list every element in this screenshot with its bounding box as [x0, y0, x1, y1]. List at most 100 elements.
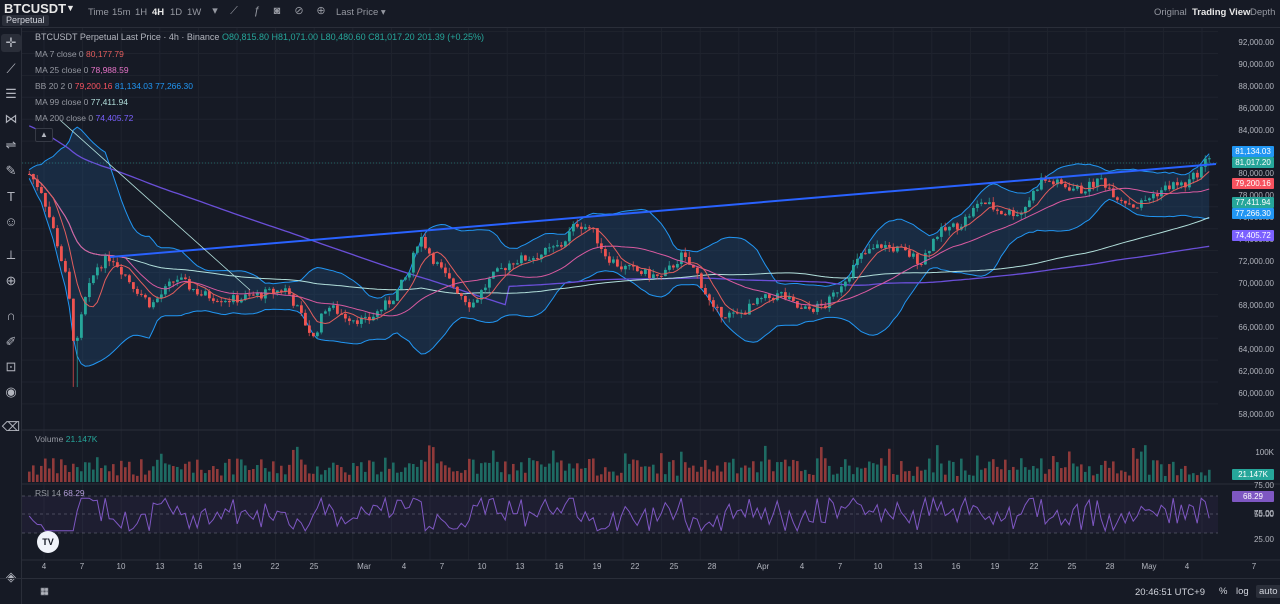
add-icon[interactable]: ⊕ — [315, 5, 327, 17]
volume-bar — [784, 459, 787, 482]
eye-icon[interactable]: ◉ — [1, 383, 21, 401]
collapse-legend-button[interactable]: ▲ — [35, 128, 53, 142]
percent-toggle[interactable]: % — [1219, 586, 1227, 597]
candle-body — [624, 265, 627, 270]
price-source-dropdown[interactable]: Last Price ▾ — [336, 7, 386, 18]
volume-legend[interactable]: Volume 21.147K — [35, 434, 97, 444]
volume-bar — [260, 459, 263, 482]
candle-body — [780, 292, 783, 294]
volume-bar — [272, 461, 275, 482]
pencil-lock-icon[interactable]: ✐ — [1, 333, 21, 351]
chart-type-icon[interactable]: ⟋ — [228, 5, 240, 17]
chevron-down-icon[interactable]: ▼ — [66, 3, 75, 13]
candle-body — [852, 264, 855, 278]
timeframe-time[interactable]: Time — [88, 7, 109, 18]
volume-bar — [1064, 467, 1067, 482]
legend-bb[interactable]: BB 20 2 0 79,200.16 81,134.03 77,266.30 — [35, 81, 193, 91]
emoji-icon[interactable]: ☺ — [1, 213, 21, 231]
candle-body — [1168, 185, 1171, 190]
timeframe-1w[interactable]: 1W — [187, 7, 201, 18]
tab-original[interactable]: Original — [1154, 7, 1187, 18]
timeframe-1h[interactable]: 1H — [135, 7, 147, 18]
candle-body — [556, 245, 559, 247]
volume-bar — [960, 458, 963, 482]
candle-body — [124, 274, 127, 276]
price-tag-bb-mid: 79,200.16 — [1232, 178, 1274, 189]
candle-body — [332, 305, 335, 308]
legend-ma200[interactable]: MA 200 close 0 74,405.72 — [35, 113, 133, 123]
candle-body — [812, 308, 815, 312]
auto-toggle[interactable]: auto — [1256, 585, 1280, 598]
date-label: 7 — [837, 562, 843, 571]
legend-ma99[interactable]: MA 99 close 0 77,411.94 — [35, 97, 128, 107]
zoom-icon[interactable]: ⊕ — [1, 272, 21, 290]
volume-bar — [632, 459, 635, 482]
candle-body — [672, 265, 675, 268]
candle-body — [296, 305, 299, 307]
lock-icon[interactable]: ⊡ — [1, 358, 21, 376]
volume-bar — [48, 468, 51, 482]
volume-bar — [116, 475, 119, 482]
volume-bar — [124, 467, 127, 482]
volume-bar — [636, 460, 639, 482]
horizontal-lines-icon[interactable]: ☰ — [1, 85, 21, 103]
calendar-icon[interactable]: ▦ — [40, 586, 49, 597]
legend-label: MA 200 close 0 — [35, 113, 94, 123]
crosshair-icon[interactable]: ✛ — [1, 34, 21, 52]
candle-body — [44, 192, 47, 207]
indicators-icon[interactable]: ƒ — [251, 5, 263, 17]
fib-icon[interactable]: ⇌ — [1, 136, 21, 154]
trendline-icon[interactable]: ⟋ — [1, 60, 21, 78]
volume-bar — [136, 475, 139, 482]
symbol-selector[interactable]: BTCUSDT — [4, 1, 66, 16]
tradingview-logo[interactable]: TV — [37, 531, 59, 553]
candle-body — [804, 306, 807, 309]
ohlc-low: L80,480.60 — [320, 32, 366, 42]
volume-bar — [872, 463, 875, 482]
pattern-icon[interactable]: ⋈ — [1, 110, 21, 128]
candle-body — [384, 300, 387, 310]
volume-bar — [392, 462, 395, 482]
rsi-legend[interactable]: RSI 14 68.29 — [35, 488, 85, 498]
chevron-down-icon[interactable]: ▾ — [209, 5, 221, 17]
date-axis[interactable]: 4 7 10 13 16 19 22 25 Mar 4 7 10 13 16 19 22 25 28 Apr 4 7 10… — [22, 562, 1256, 576]
tab-trading-view[interactable]: Trading View — [1192, 7, 1250, 18]
camera-icon[interactable]: ◙ — [271, 5, 283, 17]
volume-bar — [132, 474, 135, 482]
candle-body — [132, 282, 135, 289]
volume-bar — [704, 460, 707, 482]
volume-bar — [220, 475, 223, 482]
volume-bar — [1024, 467, 1027, 482]
volume-bar — [936, 445, 939, 482]
legend-ma25[interactable]: MA 25 close 0 78,988.59 — [35, 65, 129, 75]
volume-bar — [1140, 451, 1143, 482]
volume-bar — [924, 469, 927, 482]
volume-bar — [396, 472, 399, 482]
timeframe-1d[interactable]: 1D — [170, 7, 182, 18]
trash-icon[interactable]: ⌫ — [1, 418, 21, 436]
candle-body — [1100, 178, 1103, 180]
ruler-icon[interactable]: ⟂ — [1, 246, 21, 264]
timeframe-15m[interactable]: 15m — [112, 7, 130, 18]
candle-body — [1064, 183, 1067, 188]
candle-body — [464, 295, 467, 303]
candle-body — [216, 300, 219, 302]
brush-icon[interactable]: ✎ — [1, 162, 21, 180]
volume-bar — [884, 465, 887, 482]
candle-body — [444, 267, 447, 274]
magnet-icon[interactable]: ∩ — [1, 307, 21, 325]
alert-icon[interactable]: ⊘ — [293, 5, 305, 17]
legend-ma7[interactable]: MA 7 close 0 80,177.79 — [35, 49, 124, 59]
volume-bar — [1052, 456, 1055, 482]
volume-bar — [696, 471, 699, 482]
volume-bar — [68, 471, 71, 482]
candle-body — [1156, 194, 1159, 197]
candle-body — [88, 283, 91, 298]
volume-bar — [592, 458, 595, 482]
timeframe-4h[interactable]: 4H — [152, 7, 164, 18]
volume-bar — [176, 466, 179, 482]
text-icon[interactable]: T — [1, 188, 21, 206]
log-toggle[interactable]: log — [1236, 586, 1249, 597]
tab-depth[interactable]: Depth — [1250, 7, 1275, 18]
candle-body — [96, 267, 99, 276]
